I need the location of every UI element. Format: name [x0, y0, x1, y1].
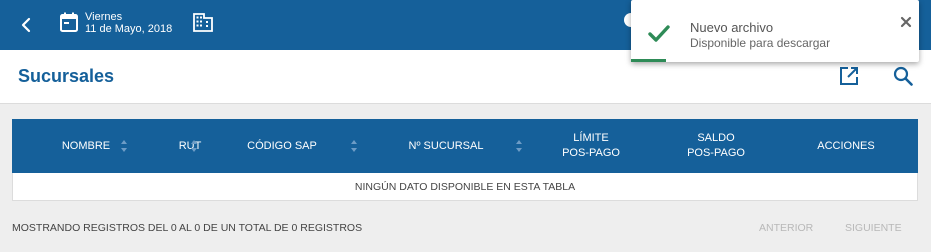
table-header: NOMBRE RUT CÓDIGO SAP Nº SUCURSAL LÍMITE… [12, 119, 918, 173]
column-header-nombre[interactable]: NOMBRE [12, 119, 160, 173]
sort-icon [351, 140, 357, 152]
chevron-left-icon[interactable] [14, 13, 38, 37]
empty-table-row: NINGÚN DATO DISPONIBLE EN ESTA TABLA [12, 173, 918, 201]
column-header-saldo-pos-pago: SALDO POS-PAGO [648, 119, 784, 173]
column-label: Nº SUCURSAL [408, 139, 484, 152]
column-label: ACCIONES [817, 139, 875, 152]
column-header-acciones: ACCIONES [784, 119, 908, 173]
page-title: Sucursales [18, 66, 115, 86]
column-label: LÍMITE POS-PAGO [562, 132, 620, 159]
column-header-limite-pos-pago: LÍMITE POS-PAGO [534, 119, 648, 173]
next-page-button[interactable]: SIGUIENTE [845, 222, 902, 234]
sort-icon [121, 140, 127, 152]
close-icon[interactable] [899, 15, 913, 29]
toast-message: Disponible para descargar [690, 36, 831, 50]
column-label: NOMBRE [61, 139, 111, 152]
table-info: MOSTRANDO REGISTROS DEL 0 AL 0 DE UN TOT… [12, 222, 363, 234]
date-full: 11 de Mayo, 2018 [85, 23, 173, 35]
sort-icon [191, 140, 197, 152]
check-icon [648, 25, 670, 42]
previous-page-button[interactable]: ANTERIOR [759, 222, 813, 234]
open-in-new-icon[interactable] [839, 66, 859, 86]
column-header-codigo-sap[interactable]: CÓDIGO SAP [220, 119, 344, 173]
sucursales-table: NOMBRE RUT CÓDIGO SAP Nº SUCURSAL LÍMITE… [12, 119, 918, 201]
empty-table-message: NINGÚN DATO DISPONIBLE EN ESTA TABLA [354, 180, 576, 193]
sort-icon [516, 140, 522, 152]
search-icon[interactable] [893, 66, 913, 86]
building-icon[interactable] [193, 12, 213, 32]
toast-progress-bar [631, 59, 666, 62]
column-header-n-sucursal[interactable]: Nº SUCURSAL [364, 119, 528, 173]
notification-toast: Nuevo archivo Disponible para descargar [631, 0, 919, 62]
date-day: Viernes [85, 11, 123, 23]
toast-title: Nuevo archivo [690, 20, 774, 35]
current-date: Viernes 11 de Mayo, 2018 [85, 11, 172, 35]
calendar-icon [60, 12, 78, 32]
column-label: SALDO POS-PAGO [687, 132, 745, 159]
column-label: CÓDIGO SAP [247, 139, 317, 152]
